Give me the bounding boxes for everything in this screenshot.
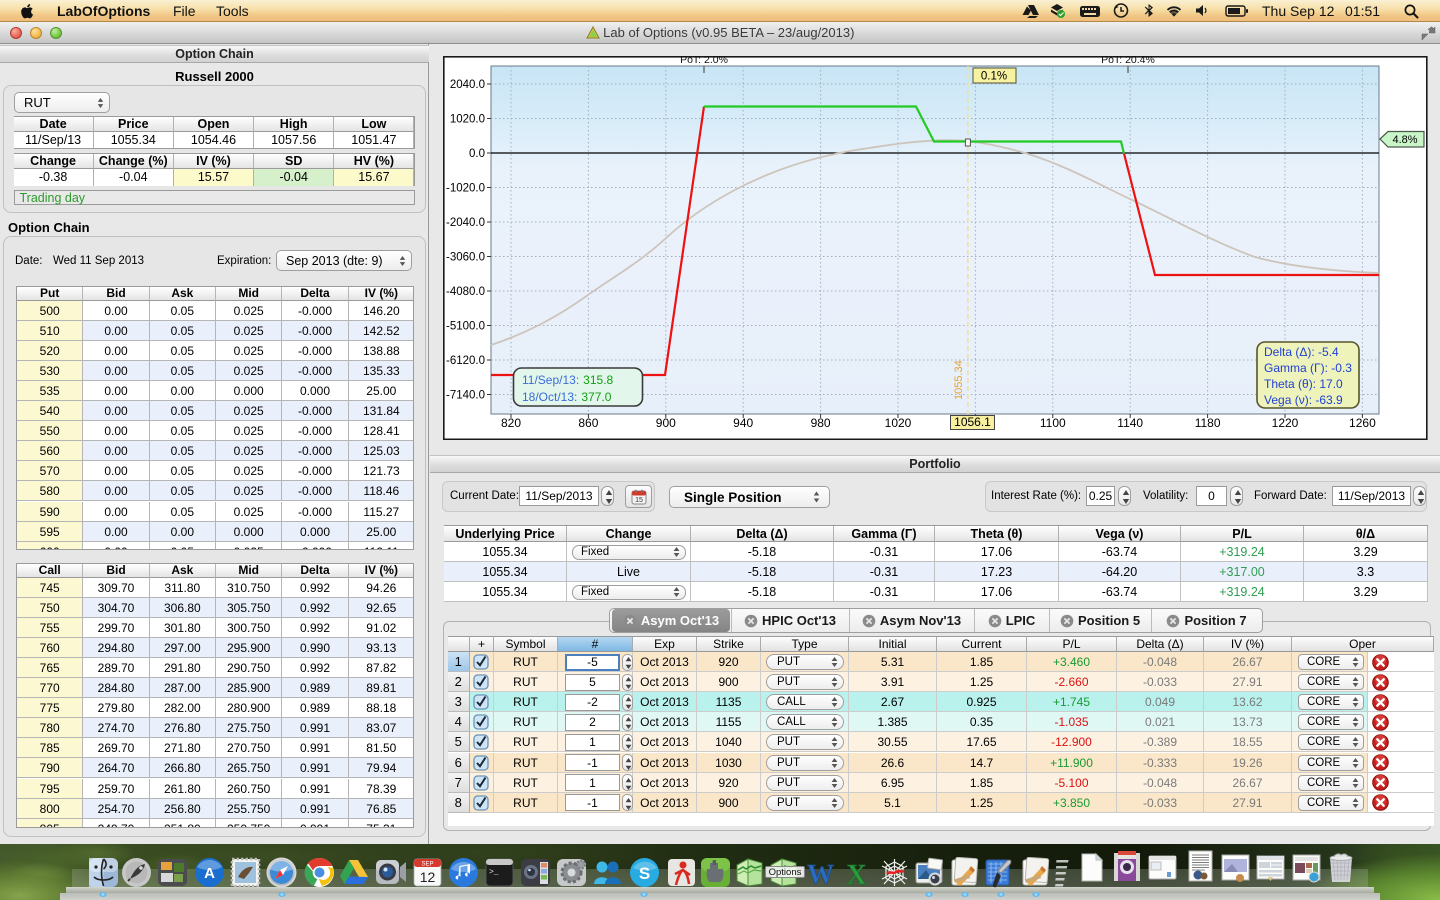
svg-text:980: 980 — [811, 416, 831, 430]
svg-text:4.8%: 4.8% — [1392, 134, 1417, 146]
svg-text:-1020.0: -1020.0 — [446, 183, 485, 195]
svg-text:1220: 1220 — [1272, 416, 1299, 430]
svg-text:Gamma (Γ): -0.3: Gamma (Γ): -0.3 — [1264, 361, 1352, 375]
svg-text:Theta (θ): 17.0: Theta (θ): 17.0 — [1264, 377, 1343, 391]
svg-text:>_: >_ — [489, 868, 499, 877]
svg-text:PoT: 2.0%: PoT: 2.0% — [680, 56, 728, 66]
svg-text:860: 860 — [578, 416, 598, 430]
svg-text:820: 820 — [501, 416, 521, 430]
svg-text:-7140.0: -7140.0 — [446, 390, 485, 402]
svg-text:900: 900 — [656, 416, 676, 430]
svg-text:940: 940 — [733, 416, 753, 430]
svg-text:X: X — [846, 860, 866, 888]
svg-text:15: 15 — [635, 497, 643, 504]
svg-text:1180: 1180 — [1195, 416, 1221, 430]
svg-text:1260: 1260 — [1349, 416, 1376, 430]
svg-text:1020: 1020 — [885, 416, 912, 430]
svg-text:-6120.0: -6120.0 — [446, 355, 485, 367]
svg-text:-2040.0: -2040.0 — [446, 217, 485, 229]
svg-text:18/Oct/13:377.0: 18/Oct/13:377.0 — [522, 390, 612, 404]
svg-text:Delta (Δ): -5.4: Delta (Δ): -5.4 — [1264, 345, 1339, 359]
svg-text:0.1%: 0.1% — [981, 71, 1007, 83]
svg-text:11/Sep/13:315.8: 11/Sep/13:315.8 — [522, 373, 614, 387]
svg-text:PoT: 20.4%: PoT: 20.4% — [1101, 56, 1155, 66]
svg-text:1140: 1140 — [1117, 416, 1143, 430]
svg-text:-5100.0: -5100.0 — [446, 321, 485, 333]
svg-text:SEP: SEP — [421, 861, 433, 867]
svg-text:-4080.0: -4080.0 — [446, 286, 485, 298]
svg-text:12: 12 — [420, 869, 436, 885]
svg-text:W: W — [807, 859, 834, 888]
svg-text:1020.0: 1020.0 — [450, 114, 485, 126]
svg-text:A: A — [204, 865, 215, 882]
svg-text:S: S — [638, 864, 649, 883]
svg-text:0.0: 0.0 — [469, 148, 485, 160]
svg-text:-3060.0: -3060.0 — [446, 252, 485, 264]
svg-text:2040.0: 2040.0 — [450, 79, 485, 91]
svg-text:Vega (ν): -63.9: Vega (ν): -63.9 — [1264, 393, 1343, 407]
svg-text:1100: 1100 — [1040, 416, 1066, 430]
svg-text:1055.34: 1055.34 — [953, 360, 965, 400]
